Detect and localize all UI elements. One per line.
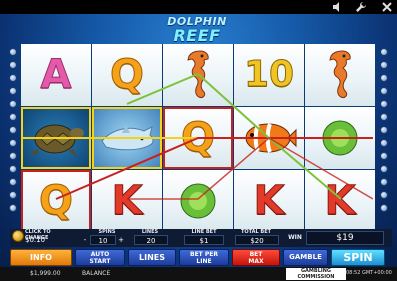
total-bet-value: $20 xyxy=(235,235,279,245)
speaker-icon[interactable] xyxy=(332,1,344,13)
gamble-button[interactable]: GAMBLE xyxy=(283,249,328,266)
balance-label: BALANCE xyxy=(82,270,111,277)
bet-max-line-1: BET xyxy=(249,250,263,258)
info-button[interactable]: INFO xyxy=(10,249,72,266)
payline-marker[interactable] xyxy=(9,48,17,56)
payline-marker[interactable] xyxy=(380,204,388,212)
payline-marker[interactable] xyxy=(9,61,17,69)
payline-red xyxy=(55,137,373,200)
auto-start-button[interactable]: AUTO START xyxy=(75,249,125,266)
payline-green xyxy=(126,72,342,200)
bet-per-line-button[interactable]: BET PER LINE xyxy=(179,249,229,266)
payline-marker[interactable] xyxy=(380,178,388,186)
payline-marker[interactable] xyxy=(380,113,388,121)
bet-per-line-line-1: BET PER xyxy=(190,250,218,258)
line-bet-value: $1 xyxy=(184,235,224,245)
spin-button[interactable]: SPIN xyxy=(331,249,385,266)
coin-value: $0.10 xyxy=(25,236,46,244)
payline-marker[interactable] xyxy=(9,152,17,160)
game-stage: DOLPHIN REEF A Q 10 Q Q K K K CLICK TO C… xyxy=(0,0,397,281)
bet-max-button[interactable]: BET MAX xyxy=(232,249,280,266)
payline-marker[interactable] xyxy=(9,126,17,134)
spins-value: 10 xyxy=(90,235,116,245)
payline-marker[interactable] xyxy=(380,191,388,199)
close-icon[interactable] xyxy=(381,1,393,13)
logo-line-2: REEF xyxy=(173,26,221,45)
payline-marker[interactable] xyxy=(380,61,388,69)
auto-start-line-1: AUTO xyxy=(90,250,110,258)
payline-marker[interactable] xyxy=(9,178,17,186)
lines-value: 20 xyxy=(134,235,168,245)
game-logo: DOLPHIN REEF xyxy=(152,14,242,48)
commission-line-2: COMMISSION xyxy=(297,274,335,280)
win-label: WIN xyxy=(288,234,302,241)
spins-plus-button[interactable]: + xyxy=(118,235,124,245)
clock: 08:52 GMT+00:00 xyxy=(346,270,392,276)
payline-marker[interactable] xyxy=(9,204,17,212)
paylines-overlay xyxy=(21,72,373,200)
payline-marker[interactable] xyxy=(380,100,388,108)
balance-value: $1,999.00 xyxy=(30,270,61,277)
payline-marker[interactable] xyxy=(9,165,17,173)
lines-button[interactable]: LINES xyxy=(128,249,176,266)
payline-marker[interactable] xyxy=(9,74,17,82)
payline-marker[interactable] xyxy=(380,74,388,82)
payline-marker[interactable] xyxy=(9,139,17,147)
payline-marker[interactable] xyxy=(9,113,17,121)
reel-grid: A Q 10 Q Q K K K xyxy=(21,44,375,232)
coin-icon[interactable] xyxy=(12,230,24,242)
payline-marker[interactable] xyxy=(380,139,388,147)
payline-marker[interactable] xyxy=(380,126,388,134)
payline-red-2 xyxy=(127,137,373,200)
win-value: $19 xyxy=(306,231,384,245)
payline-marker[interactable] xyxy=(9,100,17,108)
payline-marker[interactable] xyxy=(9,87,17,95)
spins-minus-button[interactable]: - xyxy=(82,235,88,245)
gambling-commission-logo: GAMBLING COMMISSION xyxy=(286,268,346,280)
bet-max-line-2: MAX xyxy=(248,257,264,265)
payline-marker[interactable] xyxy=(380,165,388,173)
payline-marker[interactable] xyxy=(380,87,388,95)
payline-marker[interactable] xyxy=(380,152,388,160)
wrench-icon[interactable] xyxy=(355,1,367,13)
payline-marker[interactable] xyxy=(380,48,388,56)
bet-per-line-line-2: LINE xyxy=(196,257,212,265)
payline-marker[interactable] xyxy=(9,191,17,199)
auto-start-line-2: START xyxy=(89,257,111,265)
